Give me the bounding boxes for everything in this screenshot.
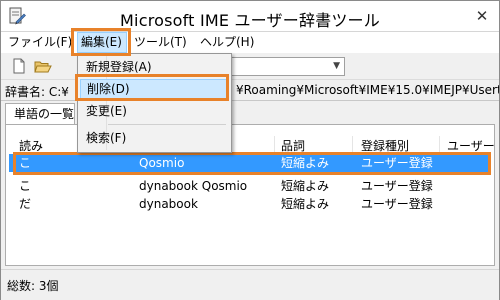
edit-dropdown-menu: 新規登録(A) 削除(D) 変更(E) 検索(F) [77,53,232,153]
row-registration-type: ユーザー登録 [361,179,433,193]
menu-bar: ファイル(F) 編集(E) ツール(T) ヘルプ(H) [1,32,499,53]
dictionary-path-bar: 辞書名: C:¥ ¥Roaming¥Microsoft¥IME¥15.0¥IME… [1,80,499,101]
ime-dictionary-window: Microsoft IME ユーザー辞書ツール ✕ ファイル(F) 編集(E) … [0,0,500,300]
title-bar: Microsoft IME ユーザー辞書ツール ✕ [1,1,499,32]
row-reading: だ [19,197,32,211]
row-registration-type: ユーザー登録 [361,156,433,170]
row-part-of-speech: 短縮よみ [281,197,330,211]
row-registration-type: ユーザー登録 [361,197,433,211]
column-header-part-of-speech[interactable]: 品詞 [281,136,305,156]
row-reading: こ [19,179,32,193]
table-row[interactable]: だ dynabook 短縮よみ ユーザー登録 [9,195,489,213]
close-button[interactable]: ✕ [471,6,493,26]
toolbar: ▼ [1,54,499,80]
menu-item-modify[interactable]: 変更(E) [80,101,229,121]
menu-tools[interactable]: ツール(T) [131,32,190,53]
dictionary-path-value: ¥Roaming¥Microsoft¥IME¥15.0¥IMEJP¥Usert [236,83,499,97]
column-divider[interactable] [439,136,440,156]
dictionary-name-label: 辞書名: C:¥ [5,85,69,99]
tab-word-list[interactable]: 単語の一覧 [5,103,75,125]
row-word: dynabook Qosmio [139,179,248,193]
table-row[interactable]: こ Qosmio 短縮よみ ユーザー登録 [9,154,489,172]
dictionary-select[interactable]: ▼ [231,57,345,76]
row-reading: こ [19,156,32,170]
menu-help[interactable]: ヘルプ(H) [197,32,257,53]
open-folder-icon[interactable] [33,57,53,75]
column-header-user-comment[interactable]: ユーザー コ [447,136,500,156]
column-divider[interactable] [352,136,353,156]
menu-item-new-registration[interactable]: 新規登録(A) [80,57,229,77]
word-count-status: 総数: 3個 [7,279,59,293]
status-bar: 総数: 3個 [1,269,499,300]
row-part-of-speech: 短縮よみ [281,156,330,170]
row-word: dynabook [139,197,198,211]
row-word: Qosmio [139,156,185,170]
column-header-reading[interactable]: 読み [19,136,43,156]
table-row[interactable]: こ dynabook Qosmio 短縮よみ ユーザー登録 [9,177,489,195]
menu-separator [108,124,226,125]
window-title: Microsoft IME ユーザー辞書ツール [120,11,380,30]
chevron-down-icon: ▼ [333,61,340,71]
new-file-icon[interactable] [9,57,29,75]
row-part-of-speech: 短縮よみ [281,179,330,193]
menu-file[interactable]: ファイル(F) [5,32,75,53]
column-header-registration-type[interactable]: 登録種別 [361,136,409,156]
menu-item-search[interactable]: 検索(F) [80,128,229,148]
menu-edit[interactable]: 編集(E) [77,32,127,53]
menu-item-delete[interactable]: 削除(D) [80,79,229,99]
column-divider[interactable] [274,136,275,156]
